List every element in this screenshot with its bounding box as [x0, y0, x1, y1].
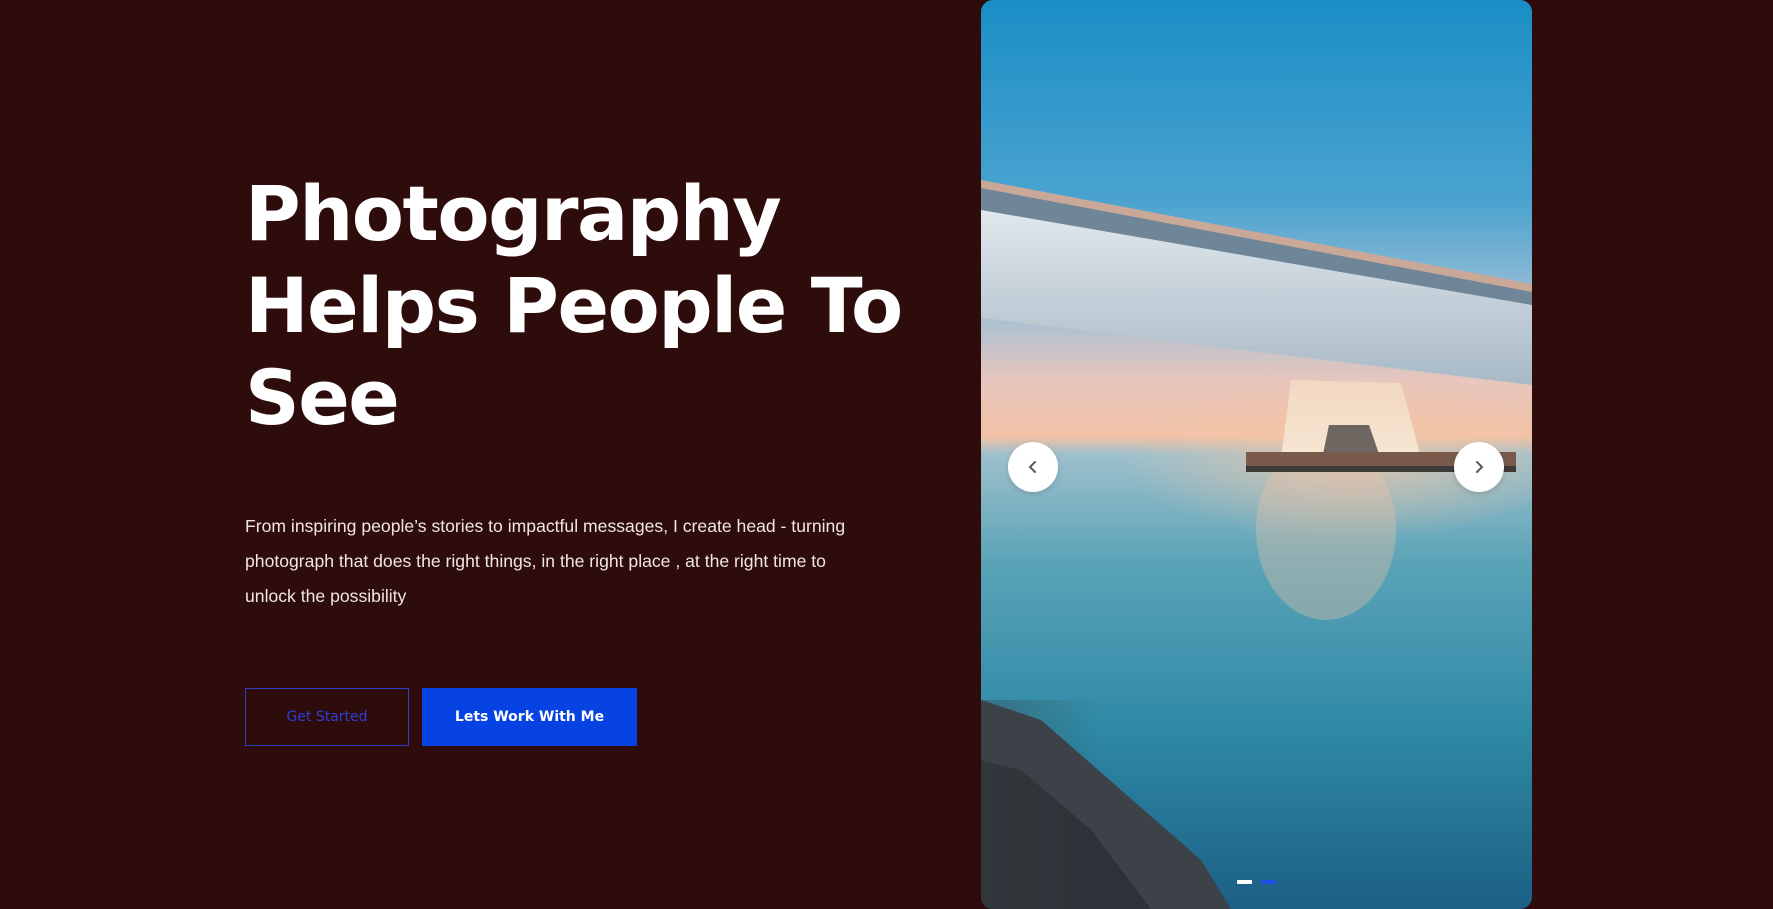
- chevron-left-icon: [1029, 461, 1036, 473]
- slide-image-bridge: [981, 0, 1532, 909]
- hero-section: Photography Helps People To See From ins…: [0, 0, 1773, 909]
- work-with-me-button[interactable]: Lets Work With Me: [422, 688, 637, 746]
- slider-prev-button[interactable]: [1008, 442, 1058, 492]
- image-slider[interactable]: [981, 0, 1532, 909]
- slider-dot-2[interactable]: [1261, 880, 1276, 884]
- hero-description: From inspiring people’s stories to impac…: [245, 509, 905, 614]
- slider-dot-1[interactable]: [1237, 880, 1252, 884]
- get-started-button[interactable]: Get Started: [245, 688, 409, 746]
- slider-pagination: [1237, 880, 1276, 884]
- chevron-right-icon: [1476, 461, 1483, 473]
- hero-title-line-2: Helps People To: [245, 261, 903, 350]
- hero-title-line-1: Photography: [245, 169, 782, 258]
- hero-title-line-3: See: [245, 353, 400, 442]
- hero-title: Photography Helps People To See: [245, 168, 925, 444]
- hero-description-line-3: unlock the possibility: [245, 586, 407, 606]
- hero-description-line-2: photograph that does the right things, i…: [245, 551, 826, 571]
- hero-description-line-1: From inspiring people’s stories to impac…: [245, 516, 846, 536]
- slider-next-button[interactable]: [1454, 442, 1504, 492]
